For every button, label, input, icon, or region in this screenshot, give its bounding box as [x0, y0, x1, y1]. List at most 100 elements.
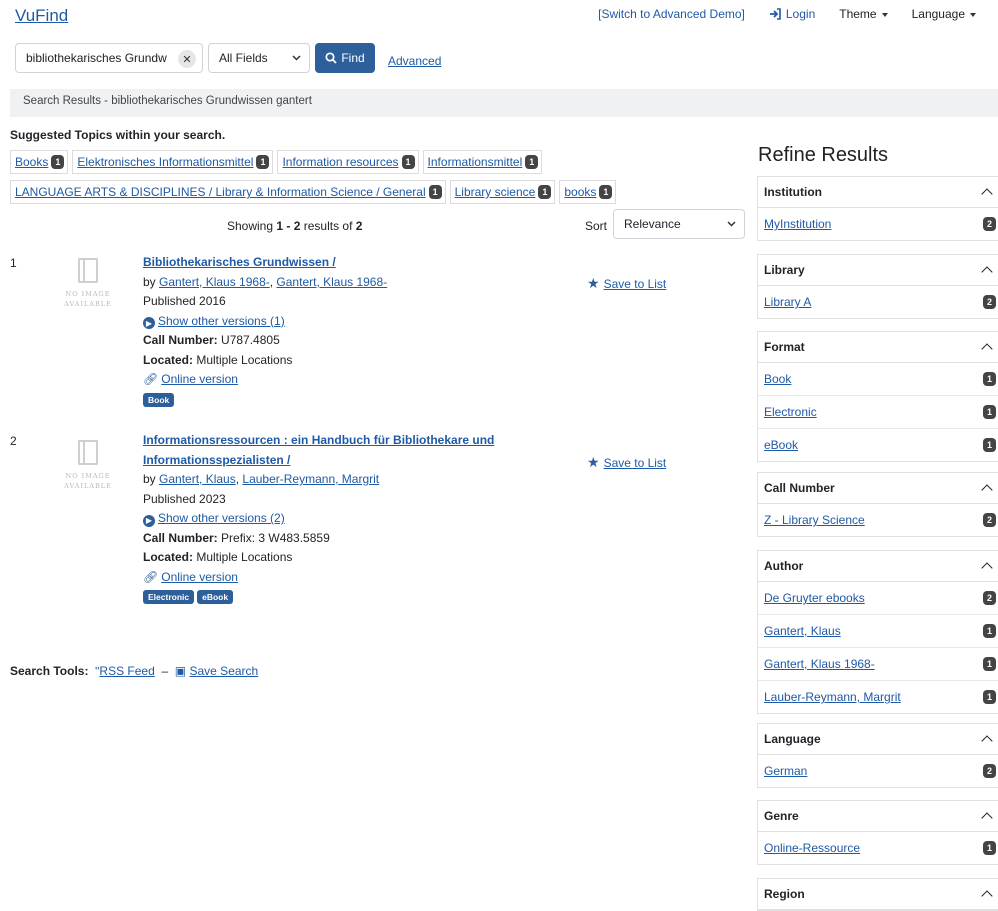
star-icon: ★ — [587, 275, 600, 291]
find-button[interactable]: Find — [315, 43, 375, 73]
switch-demo-link[interactable]: [Switch to Advanced Demo] — [598, 7, 745, 21]
facet-header[interactable]: Genre — [758, 801, 998, 832]
chevron-up-icon — [981, 484, 993, 496]
located-label: Located: — [143, 352, 194, 367]
other-versions-link[interactable]: Show other versions (1) — [158, 314, 285, 328]
facet-header[interactable]: Institution — [758, 177, 998, 208]
format-badge: Book — [143, 392, 175, 407]
facet-item[interactable]: Z - Library Science 2 — [758, 504, 998, 536]
search-type-value: All Fields — [219, 51, 268, 65]
search-input[interactable] — [16, 44, 176, 72]
search-type-select[interactable]: All Fields — [208, 43, 310, 73]
author-link[interactable]: Gantert, Klaus 1968- — [159, 275, 270, 289]
link-icon: 🔗︎ — [143, 372, 159, 386]
count-badge: 2 — [982, 513, 996, 527]
no-image-text: AVAILABLE — [64, 300, 112, 308]
facet-header[interactable]: Call Number — [758, 473, 998, 504]
save-search-label: Save Search — [189, 664, 259, 678]
save-to-list-button[interactable]: ★ Save to List — [587, 454, 666, 471]
result-range: 1 - 2 — [276, 219, 301, 233]
chevron-up-icon — [981, 343, 993, 355]
topic-tag[interactable]: Information resources 1 — [277, 150, 419, 174]
sort-label: Sort — [585, 219, 608, 233]
call-number-label: Call Number: — [143, 530, 218, 545]
result-title-link-cont[interactable]: Informationsspezialisten / — [143, 453, 290, 467]
author-link[interactable]: Gantert, Klaus — [159, 472, 236, 486]
facet-title: Institution — [764, 185, 822, 199]
count-badge: 1 — [525, 155, 539, 169]
facet-header[interactable]: Library — [758, 255, 998, 286]
topic-row-1: Books 1 Elektronisches Informationsmittel… — [10, 150, 543, 174]
count-badge: 1 — [982, 372, 996, 386]
topic-label: Information resources — [282, 155, 399, 169]
topic-tag[interactable]: books 1 — [559, 180, 617, 204]
theme-dropdown[interactable]: Theme — [839, 7, 888, 21]
facet-header[interactable]: Author — [758, 551, 998, 582]
topic-tag[interactable]: Informationsmittel 1 — [422, 150, 543, 174]
topic-label: Informationsmittel — [427, 155, 523, 169]
facet-title: Region — [764, 887, 805, 901]
vufind-logo-link[interactable]: VuFind — [15, 6, 68, 26]
facet-item[interactable]: Lauber-Reymann, Margrit 1 — [758, 681, 998, 713]
chevron-right-circle-icon: ▶ — [143, 514, 155, 527]
topic-tag[interactable]: Library science 1 — [449, 180, 556, 204]
facet-item[interactable]: German 2 — [758, 755, 998, 787]
result-number: 1 — [10, 256, 17, 270]
facet-item[interactable]: eBook 1 — [758, 429, 998, 461]
chevron-up-icon — [981, 812, 993, 824]
search-tools-label: Search Tools: — [10, 664, 89, 678]
caret-down-icon — [970, 12, 976, 17]
facet-item[interactable]: Book 1 — [758, 363, 998, 396]
result-total: 2 — [355, 219, 363, 233]
facet-institution: Institution MyInstitution 2 — [757, 176, 998, 241]
facet-item[interactable]: Electronic 1 — [758, 396, 998, 429]
facet-header[interactable]: Format — [758, 332, 998, 363]
count-badge: 2 — [982, 764, 996, 778]
language-dropdown[interactable]: Language — [912, 7, 976, 21]
call-number-value: Prefix: 3 W483.5859 — [217, 530, 330, 545]
star-icon: ★ — [587, 454, 600, 470]
result-title-link[interactable]: Bibliothekarisches Grundwissen / — [143, 255, 336, 269]
facet-item[interactable]: Gantert, Klaus 1968- 1 — [758, 648, 998, 681]
rss-feed-link[interactable]: ʺRSS Feed — [95, 664, 155, 678]
facet-item[interactable]: Library A 2 — [758, 286, 998, 318]
facet-header[interactable]: Region — [758, 879, 998, 910]
count-badge: 1 — [982, 624, 996, 638]
facet-item-label: Lauber-Reymann, Margrit — [764, 690, 901, 704]
chevron-up-icon — [981, 735, 993, 747]
breadcrumb-text: Search Results - bibliothekarisches Grun… — [23, 95, 312, 107]
located-value: Multiple Locations — [193, 352, 293, 367]
online-version-link[interactable]: Online version — [161, 372, 238, 386]
search-box: ✕ — [15, 43, 203, 73]
facet-item[interactable]: De Gruyter ebooks 2 — [758, 582, 998, 615]
no-image-text: NO IMAGE — [65, 472, 111, 480]
facet-item[interactable]: Online-Ressource 1 — [758, 832, 998, 864]
clear-search-button[interactable]: ✕ — [178, 50, 196, 68]
topic-tag[interactable]: LANGUAGE ARTS & DISCIPLINES / Library & … — [10, 180, 446, 204]
online-version-link[interactable]: Online version — [161, 570, 238, 584]
facet-header[interactable]: Language — [758, 724, 998, 755]
count-badge: 1 — [256, 155, 270, 169]
facet-item[interactable]: Gantert, Klaus 1 — [758, 615, 998, 648]
located-label: Located: — [143, 550, 194, 564]
other-versions-link[interactable]: Show other versions (2) — [158, 511, 285, 525]
sort-select[interactable]: Relevance — [613, 209, 745, 239]
topic-tag[interactable]: Elektronisches Informationsmittel 1 — [72, 150, 274, 174]
result-title-link[interactable]: Informationsressourcen : ein Handbuch fü… — [143, 433, 494, 447]
facet-item-label: German — [764, 764, 808, 778]
topic-label: Library science — [454, 185, 536, 199]
topic-tag[interactable]: Books 1 — [10, 150, 69, 174]
save-to-list-button[interactable]: ★ Save to List — [587, 275, 666, 292]
login-link[interactable]: Login — [769, 7, 815, 21]
count-badge: 2 — [982, 591, 996, 605]
count-badge: 2 — [982, 217, 996, 231]
save-search-link[interactable]: ▣ Save Search — [175, 664, 258, 678]
facet-author: Author De Gruyter ebooks 2 Gantert, Klaus… — [757, 550, 998, 714]
author-link[interactable]: Lauber-Reymann, Margrit — [242, 472, 379, 486]
facet-item[interactable]: MyInstitution 2 — [758, 208, 998, 240]
no-image-text: AVAILABLE — [64, 482, 112, 490]
chevron-up-icon — [981, 266, 993, 278]
author-link[interactable]: Gantert, Klaus 1968- — [276, 275, 387, 289]
advanced-search-link[interactable]: Advanced — [388, 54, 441, 68]
no-image-thumbnail: NO IMAGE AVAILABLE — [53, 258, 123, 309]
